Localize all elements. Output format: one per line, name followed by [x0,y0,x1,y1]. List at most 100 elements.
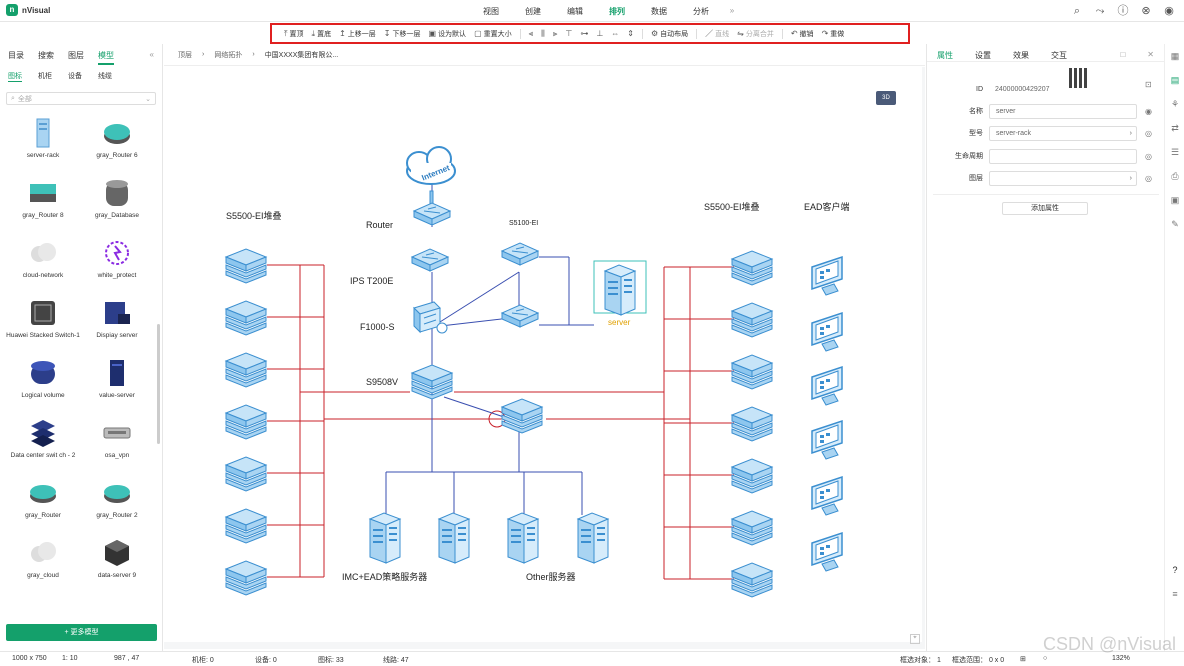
breadcrumb-current[interactable]: 中国XXXX集团有限公... [265,50,339,60]
eye-icon[interactable]: ◉ [1145,107,1152,116]
model-item[interactable]: cloud-network [6,234,80,294]
client-pc-node[interactable] [811,532,843,572]
auto-layout-button[interactable]: ⚙ 自动布局 [651,29,688,39]
menu-analysis[interactable]: 分析 [680,6,722,17]
other-server-node[interactable] [507,512,539,564]
menu-arrange[interactable]: 排列 [596,6,638,17]
model-item[interactable]: gray_Router [6,474,80,534]
router-node[interactable] [413,190,451,226]
tab-properties[interactable]: 属性 [937,50,953,61]
client-pc-node[interactable] [811,256,843,296]
tab-interaction[interactable]: 交互 [1051,50,1067,61]
qr-code-icon[interactable] [1069,68,1089,88]
model-item[interactable]: gray_Router 6 [80,114,154,174]
switch-node[interactable] [731,406,773,442]
client-pc-node[interactable] [811,312,843,352]
panel-grid-icon[interactable]: ▦ [1165,44,1184,68]
diagram-canvas[interactable]: Internet server S5500-EI堆叠 S5500-EI堆叠 EA… [164,67,922,644]
menu-view[interactable]: 视图 [470,6,512,17]
model-item[interactable]: gray_cloud [6,534,80,594]
eye-icon[interactable]: ◎ [1145,152,1152,161]
firewall-node[interactable] [413,301,448,334]
fit-icon[interactable]: ⊞ [1020,655,1026,663]
model-item[interactable]: data-server 9 [80,534,154,594]
client-pc-node[interactable] [811,366,843,406]
search-icon[interactable]: ⌕ [1070,4,1084,18]
distribute-h-button[interactable]: ⇔ [611,29,619,38]
zoom-reset-icon[interactable]: ○ [1043,655,1047,662]
switch-node[interactable] [225,352,267,388]
attach-icon[interactable]: ✎ [1165,212,1184,236]
list-icon[interactable]: ≡ [1165,582,1184,606]
menu-create[interactable]: 创建 [512,6,554,17]
user-icon[interactable]: ◉ [1162,4,1176,18]
switch-node[interactable] [225,248,267,284]
settings-icon[interactable]: ⊗ [1139,4,1153,18]
switch-node[interactable] [731,510,773,546]
s5100-node-top[interactable] [501,242,539,266]
model-item[interactable]: white_protect [80,234,154,294]
move-up-button[interactable]: ↥ 上移一层 [339,29,376,39]
model-item[interactable]: gray_Database [80,174,154,234]
model-item[interactable]: osa_vpn [80,414,154,474]
switch-node[interactable] [225,560,267,596]
model-item[interactable]: Dispiay server [80,294,154,354]
left-scrollbar[interactable] [157,324,160,444]
split-merge-button[interactable]: ⇋ 分离合并 [737,29,774,39]
menu-data[interactable]: 数据 [638,6,680,17]
switch-node[interactable] [225,508,267,544]
tab-search[interactable]: 搜索 [38,50,54,65]
bring-to-front-button[interactable]: ⤒ 置顶 [284,29,304,39]
tab-settings[interactable]: 设置 [975,50,991,61]
breadcrumb-top[interactable]: 顶层 [178,50,192,60]
subtab-devices[interactable]: 设备 [68,71,82,82]
lifecycle-field[interactable] [989,148,1137,164]
properties-icon[interactable]: ▤ [1165,68,1184,92]
internet-cloud[interactable]: Internet [406,146,456,185]
lock-icon[interactable]: ⊡ [1145,80,1152,89]
name-field[interactable]: server [989,103,1137,119]
tab-models[interactable]: 模型 [98,50,114,65]
core-switch-2[interactable] [501,398,543,434]
more-models-button[interactable]: + 更多模型 [6,624,157,641]
eye-icon[interactable]: ◎ [1145,129,1152,138]
imc-server-node[interactable] [438,512,470,564]
client-pc-node[interactable] [811,420,843,460]
model-search-input[interactable]: ⌕ 全部 ⌄ [6,92,156,105]
eye-icon[interactable]: ◎ [1145,174,1152,183]
switch-node[interactable] [731,250,773,286]
view-3d-button[interactable]: 3D [876,91,896,105]
tab-catalog[interactable]: 目录 [8,50,24,65]
minimap-icon[interactable]: ⌖ [910,634,920,644]
other-server-node[interactable] [577,512,609,564]
switch-node[interactable] [225,456,267,492]
switch-node[interactable] [225,404,267,440]
selected-server[interactable]: server [593,260,647,327]
switch-node[interactable] [731,302,773,338]
subtab-cables[interactable]: 线缆 [98,71,112,82]
model-item[interactable]: gray_Router 8 [6,174,80,234]
align-center-button[interactable]: ⫼ [541,29,545,39]
subtab-racks[interactable]: 机柜 [38,71,52,82]
move-down-button[interactable]: ↧ 下移一层 [384,29,421,39]
layer-select[interactable]: › [989,170,1137,186]
align-bottom-button[interactable]: ⊥ [596,29,603,38]
table-icon[interactable]: ☰ [1165,140,1184,164]
ips-node[interactable] [411,248,449,272]
link-icon[interactable]: ⇄ [1165,116,1184,140]
collapse-icon[interactable]: « [150,50,154,65]
expand-icon[interactable]: □ [1120,50,1125,61]
close-icon[interactable]: ✕ [1147,50,1154,61]
model-item[interactable]: Data center swit ch - 2 [6,414,80,474]
switch-node[interactable] [731,562,773,598]
redo-button[interactable]: ↷ 重做 [822,29,845,39]
switch-node[interactable] [731,354,773,390]
share-icon[interactable]: ⤳ [1093,4,1107,18]
model-item[interactable]: server-rack [6,114,80,174]
tab-layers[interactable]: 图层 [68,50,84,65]
align-left-button[interactable]: ⫷ [529,29,534,39]
undo-button[interactable]: ↶ 撤销 [791,29,814,39]
info-icon[interactable]: ⓘ [1116,4,1130,18]
monitor-icon[interactable]: ▣ [1165,188,1184,212]
send-to-back-button[interactable]: ⤓ 置底 [312,29,332,39]
